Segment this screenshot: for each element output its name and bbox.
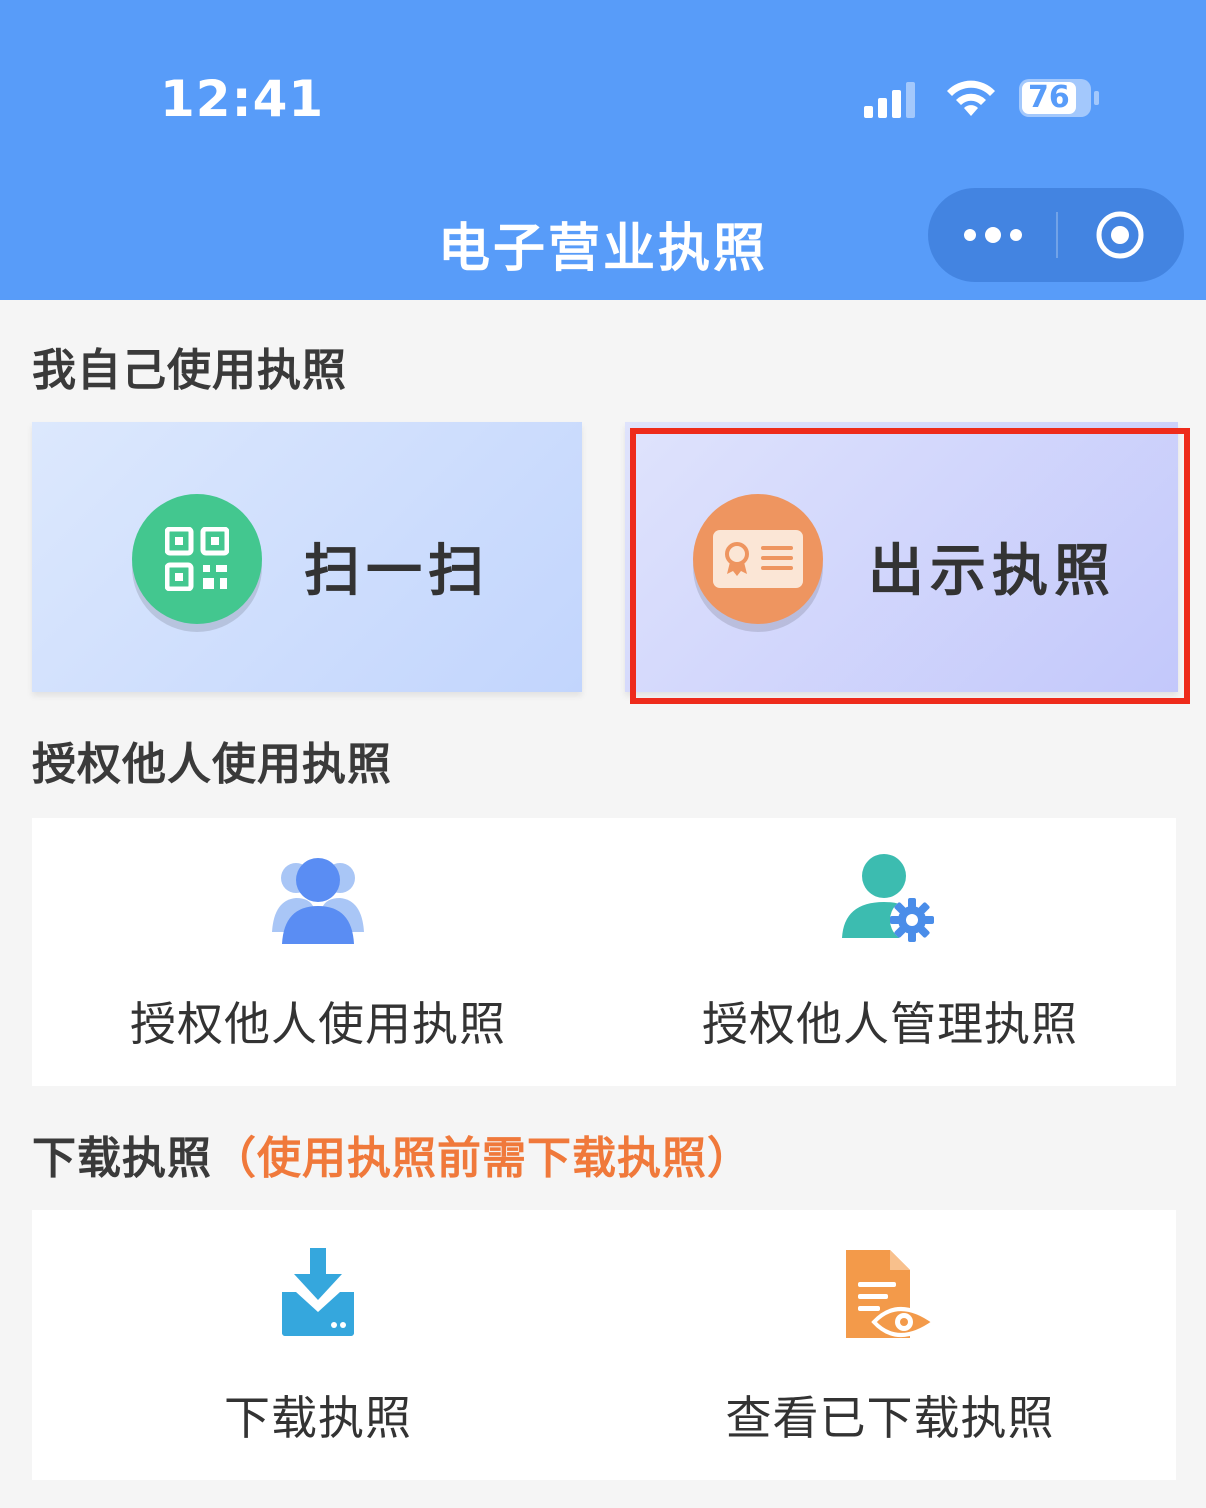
download-license-label: 下载执照: [224, 1391, 412, 1445]
scan-label: 扫一扫: [304, 539, 490, 604]
scan-card[interactable]: 扫一扫: [32, 422, 582, 692]
authorize-manage-label: 授权他人管理执照: [702, 997, 1078, 1051]
view-downloaded-item[interactable]: 查看已下载执照: [604, 1210, 1176, 1480]
show-license-label: 出示执照: [868, 539, 1116, 604]
app-header: 12:41 76 电子营业执照: [0, 0, 1206, 300]
scan-icon-badge: [132, 494, 262, 624]
document-view-icon: [846, 1250, 936, 1338]
qr-code-icon: [165, 527, 229, 591]
more-icon[interactable]: [960, 222, 1026, 248]
download-icon: [282, 1248, 354, 1336]
authorize-panel: 授权他人使用执照 授权他人管理执照: [32, 818, 1176, 1086]
download-section-note: （使用执照前需下载执照）: [212, 1133, 752, 1184]
authorize-use-item[interactable]: 授权他人使用执照: [32, 818, 604, 1086]
download-license-item[interactable]: 下载执照: [32, 1210, 604, 1480]
license-certificate-icon: [713, 530, 803, 588]
users-icon: [272, 858, 364, 944]
authorize-use-label: 授权他人使用执照: [130, 997, 506, 1051]
status-time: 12:41: [160, 70, 325, 128]
section-title-self-use: 我自己使用执照: [32, 345, 347, 396]
battery-level: 76: [1028, 80, 1070, 115]
user-settings-icon: [842, 854, 934, 942]
download-section-title: 下载执照: [32, 1133, 212, 1184]
section-title-authorize: 授权他人使用执照: [32, 739, 392, 790]
download-panel: 下载执照 查看已下载执照: [32, 1210, 1176, 1480]
authorize-manage-item[interactable]: 授权他人管理执照: [604, 818, 1176, 1086]
close-mini-program-icon[interactable]: [1094, 209, 1146, 261]
show-license-icon-badge: [693, 494, 823, 624]
battery-indicator: 76: [1018, 78, 1100, 118]
section-title-download: 下载执照（使用执照前需下载执照）: [32, 1122, 752, 1186]
show-license-card[interactable]: 出示执照: [625, 422, 1178, 692]
capsule-divider: [1056, 212, 1058, 258]
view-downloaded-label: 查看已下载执照: [725, 1391, 1055, 1445]
signal-icon: [864, 82, 915, 118]
wifi-icon: [947, 80, 995, 116]
